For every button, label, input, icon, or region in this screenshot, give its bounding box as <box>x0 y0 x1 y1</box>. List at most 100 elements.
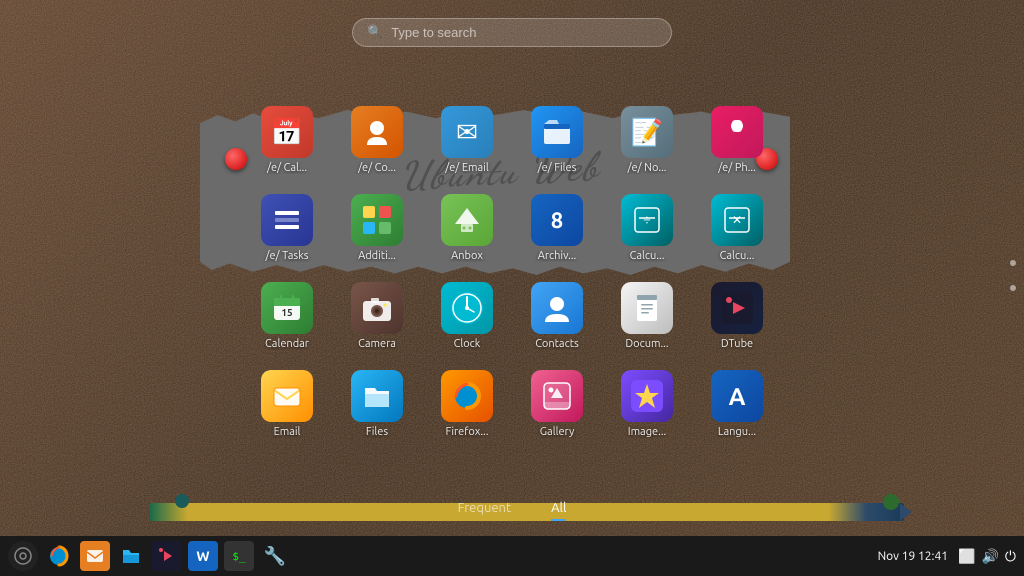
app-label-contacts: Contacts <box>521 338 593 350</box>
app-label-e-notes: /e/ No... <box>611 162 683 174</box>
app-icon-e-phone <box>711 106 763 158</box>
app-label-files: Files <box>341 426 413 438</box>
app-clock[interactable]: Clock <box>427 276 507 356</box>
taskbar-icon-dtube[interactable] <box>152 541 182 571</box>
app-icon-contacts <box>531 282 583 334</box>
apps-container: 📅 /e/ Cal... /e/ Co... ✉ /e/ Email /e/ F… <box>0 100 1024 452</box>
app-label-dtube: DTube <box>701 338 773 350</box>
taskbar-icon-terminal[interactable]: $_ <box>224 541 254 571</box>
search-input[interactable] <box>391 25 657 40</box>
app-icon-files <box>351 370 403 422</box>
app-label-anbox: Anbox <box>431 250 503 262</box>
app-label-gallery: Gallery <box>521 426 593 438</box>
app-e-files[interactable]: /e/ Files <box>517 100 597 180</box>
taskbar-left: W $_ 🔧 <box>8 541 878 571</box>
app-e-email[interactable]: ✉ /e/ Email <box>427 100 507 180</box>
app-icon-e-calendar: 📅 <box>261 106 313 158</box>
taskbar-icon-files[interactable] <box>116 541 146 571</box>
app-calc2[interactable]: ✕ Calcu... <box>697 188 777 268</box>
app-label-e-contacts: /e/ Co... <box>341 162 413 174</box>
apps-row-4: Email Files <box>190 364 834 444</box>
app-icon-firefox <box>441 370 493 422</box>
app-e-phone[interactable]: /e/ Ph... <box>697 100 777 180</box>
app-icon-anbox <box>441 194 493 246</box>
app-icon-calendar: 15 <box>261 282 313 334</box>
app-label-documents: Docum... <box>611 338 683 350</box>
app-icon-calc1: ÷ <box>621 194 673 246</box>
taskbar: W $_ 🔧 Nov 19 12:41 ⬜ 🔊 ⏻ <box>0 536 1024 576</box>
taskbar-icon-firefox[interactable] <box>44 541 74 571</box>
app-icon-calc2: ✕ <box>711 194 763 246</box>
taskbar-icon-word[interactable]: W <box>188 541 218 571</box>
app-icon-e-files <box>531 106 583 158</box>
desktop: 🔍 Ubuntu Web 📅 /e/ Cal... /e/ Co... ✉ /e… <box>0 0 1024 576</box>
apps-row-3: 15 Calendar <box>190 276 834 356</box>
app-contacts[interactable]: Contacts <box>517 276 597 356</box>
app-label-language: Langu... <box>701 426 773 438</box>
app-icon-tasks <box>261 194 313 246</box>
app-label-email: Email <box>251 426 323 438</box>
app-icon-e-notes: 📝 <box>621 106 673 158</box>
taskbar-icon-power[interactable]: ⏻ <box>1005 548 1016 565</box>
app-label-calc1: Calcu... <box>611 250 683 262</box>
app-icon-gallery <box>531 370 583 422</box>
app-icon-email <box>261 370 313 422</box>
app-label-addons: Additi... <box>341 250 413 262</box>
app-icon-language: A <box>711 370 763 422</box>
search-icon: 🔍 <box>367 25 383 40</box>
tab-all[interactable]: All <box>551 501 566 521</box>
app-label-clock: Clock <box>431 338 503 350</box>
apps-row-2: /e/ Tasks Additi... <box>190 188 834 268</box>
app-label-tasks: /e/ Tasks <box>251 250 323 262</box>
taskbar-icon-windows[interactable]: ⬜ <box>958 548 975 565</box>
svg-text:÷: ÷ <box>643 211 651 227</box>
search-bar[interactable]: 🔍 <box>352 18 672 47</box>
tab-frequent[interactable]: Frequent <box>458 501 511 521</box>
taskbar-icon-email[interactable] <box>80 541 110 571</box>
app-files[interactable]: Files <box>337 364 417 444</box>
taskbar-icon-volume[interactable]: 🔊 <box>981 548 998 565</box>
app-icon-camera <box>351 282 403 334</box>
taskbar-system-icons: ⬜ 🔊 ⏻ <box>958 548 1016 565</box>
app-label-imagemagick: Image... <box>611 426 683 438</box>
app-calendar[interactable]: 15 Calendar <box>247 276 327 356</box>
app-addons[interactable]: Additi... <box>337 188 417 268</box>
app-label-camera: Camera <box>341 338 413 350</box>
app-icon-e-contacts <box>351 106 403 158</box>
app-dtube[interactable]: DTube <box>697 276 777 356</box>
app-icon-e-email: ✉ <box>441 106 493 158</box>
svg-text:✕: ✕ <box>732 214 742 227</box>
app-label-e-files: /e/ Files <box>521 162 593 174</box>
app-imagemagick[interactable]: Image... <box>607 364 687 444</box>
app-anbox[interactable]: Anbox <box>427 188 507 268</box>
app-documents[interactable]: Docum... <box>607 276 687 356</box>
app-language[interactable]: A Langu... <box>697 364 777 444</box>
app-camera[interactable]: Camera <box>337 276 417 356</box>
taskbar-icon-tools[interactable]: 🔧 <box>260 541 290 571</box>
app-label-e-phone: /e/ Ph... <box>701 162 773 174</box>
app-label-calendar: Calendar <box>251 338 323 350</box>
svg-text:15: 15 <box>281 307 293 318</box>
tabs-bar: Frequent All <box>0 501 1024 521</box>
app-label-firefox: Firefox... <box>431 426 503 438</box>
app-label-e-calendar: /e/ Cal... <box>251 162 323 174</box>
taskbar-icon-eelo[interactable] <box>8 541 38 571</box>
app-email[interactable]: Email <box>247 364 327 444</box>
datetime-display: Nov 19 12:41 <box>878 550 948 563</box>
app-label-e-email: /e/ Email <box>431 162 503 174</box>
app-firefox[interactable]: Firefox... <box>427 364 507 444</box>
app-archive[interactable]: 8 Archiv... <box>517 188 597 268</box>
taskbar-right: Nov 19 12:41 ⬜ 🔊 ⏻ <box>878 548 1016 565</box>
app-calc1[interactable]: ÷ Calcu... <box>607 188 687 268</box>
app-e-notes[interactable]: 📝 /e/ No... <box>607 100 687 180</box>
app-e-calendar[interactable]: 📅 /e/ Cal... <box>247 100 327 180</box>
app-label-calc2: Calcu... <box>701 250 773 262</box>
app-icon-imagemagick <box>621 370 673 422</box>
app-icon-archive: 8 <box>531 194 583 246</box>
app-label-archive: Archiv... <box>521 250 593 262</box>
app-icon-dtube <box>711 282 763 334</box>
app-e-contacts[interactable]: /e/ Co... <box>337 100 417 180</box>
app-tasks[interactable]: /e/ Tasks <box>247 188 327 268</box>
app-gallery[interactable]: Gallery <box>517 364 597 444</box>
app-icon-documents <box>621 282 673 334</box>
